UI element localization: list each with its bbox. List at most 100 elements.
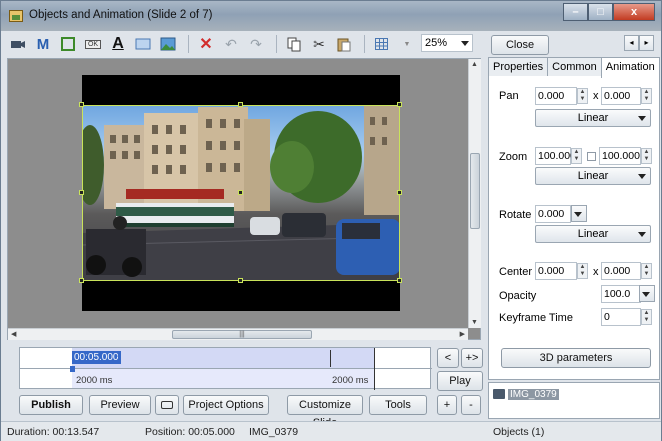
- rotate-dropdown[interactable]: [571, 205, 587, 222]
- copy-icon[interactable]: [283, 34, 305, 54]
- close-window-button[interactable]: x: [613, 3, 655, 21]
- pan-mode-select[interactable]: Linear: [535, 109, 651, 127]
- keyframe-time-input[interactable]: 0: [601, 308, 641, 326]
- rotate-input[interactable]: 0.000: [535, 205, 571, 223]
- slide-icon: [161, 401, 173, 409]
- rotate-label: Rotate: [499, 209, 532, 221]
- minimize-button[interactable]: –: [563, 3, 588, 21]
- center-y-spinner[interactable]: ▲ ▼: [641, 263, 652, 279]
- scroll-right-icon[interactable]: ▶: [460, 330, 465, 338]
- status-file: IMG_0379: [249, 426, 299, 438]
- animation-panel: Pan 0.000 ▲ ▼ x 0.000 ▲ ▼ Linear Zoom 100.…: [488, 58, 660, 380]
- slide-end-marker[interactable]: [374, 348, 375, 390]
- ok-button-icon[interactable]: OK: [82, 34, 104, 54]
- timeline-track-lower[interactable]: [72, 368, 374, 388]
- timeline[interactable]: 00:05.000 - 2000 ms 2000 ms: [19, 347, 432, 390]
- rotate-mode-select[interactable]: Linear: [535, 225, 651, 243]
- scroll-down-icon[interactable]: ▼: [471, 319, 478, 326]
- horizontal-scrollbar[interactable]: ◀ ||| ▶: [8, 328, 468, 340]
- opacity-input[interactable]: 100.0: [601, 285, 641, 303]
- resize-handle[interactable]: [397, 102, 402, 107]
- vertical-scrollbar[interactable]: ▲ ▼: [468, 59, 481, 328]
- pan-y-spinner[interactable]: ▲ ▼: [641, 88, 652, 104]
- toolbar-separator: [188, 35, 189, 53]
- opacity-dropdown[interactable]: [639, 285, 655, 302]
- zoom-x-spinner[interactable]: ▲ ▼: [571, 148, 582, 164]
- scroll-thumb[interactable]: [470, 153, 480, 229]
- image-icon[interactable]: [157, 34, 179, 54]
- resize-handle[interactable]: [238, 102, 243, 107]
- toolbar: M OK A ✕ ↶ ↷ ✂ ▼: [7, 32, 481, 56]
- close-button[interactable]: Close: [491, 35, 549, 55]
- objects-and-animation-window: Objects and Animation (Slide 2 of 7) – □…: [0, 0, 662, 441]
- scroll-thumb[interactable]: |||: [172, 330, 312, 339]
- resize-handle[interactable]: [79, 190, 84, 195]
- expand-timeline-button[interactable]: +>: [461, 348, 483, 368]
- zoom-select[interactable]: 25%: [421, 34, 473, 52]
- delete-icon[interactable]: ✕: [195, 34, 217, 54]
- center-x-spinner[interactable]: ▲ ▼: [577, 263, 588, 279]
- tab-properties[interactable]: Properties: [488, 57, 549, 76]
- pan-x-spinner[interactable]: ▲ ▼: [577, 88, 588, 104]
- tools-button[interactable]: Tools: [369, 395, 427, 415]
- resize-handle[interactable]: [397, 278, 402, 283]
- paste-icon[interactable]: [333, 34, 355, 54]
- toolbar-separator: [364, 35, 365, 53]
- customize-slide-button[interactable]: Customize Slide: [287, 395, 363, 429]
- 3d-parameters-button[interactable]: 3D parameters: [501, 348, 651, 368]
- scroll-left-icon[interactable]: ◀: [11, 330, 16, 338]
- list-item[interactable]: IMG_0379: [493, 387, 559, 401]
- slide-button[interactable]: [155, 395, 179, 415]
- add-keyframe-button[interactable]: +: [437, 395, 457, 415]
- cut-icon[interactable]: ✂: [308, 34, 330, 54]
- maximize-button[interactable]: □: [588, 3, 613, 21]
- redo-icon[interactable]: ↷: [245, 34, 267, 54]
- chevron-down-icon: [642, 292, 650, 297]
- resize-handle[interactable]: [79, 102, 84, 107]
- timeline-divider: [20, 368, 432, 369]
- resize-handle[interactable]: [397, 190, 402, 195]
- timeline-cursor[interactable]: [70, 366, 75, 372]
- ok-label: OK: [84, 39, 102, 49]
- keyframe-time-spinner[interactable]: ▲ ▼: [641, 309, 652, 325]
- M-text-icon[interactable]: M: [32, 34, 54, 54]
- prev-keyframe-button[interactable]: <: [437, 348, 459, 368]
- tab-common[interactable]: Common: [547, 57, 602, 76]
- timeline-position: 00:05.000: [72, 351, 121, 364]
- rectangle-icon[interactable]: [132, 34, 154, 54]
- pan-y-input[interactable]: 0.000: [601, 87, 641, 105]
- play-button[interactable]: Play: [437, 371, 483, 391]
- zoom-x-input[interactable]: 100.000: [535, 147, 576, 165]
- pan-x-input[interactable]: 0.000: [535, 87, 577, 105]
- camera-icon[interactable]: [7, 34, 29, 54]
- grid-dropdown-icon[interactable]: ▼: [396, 34, 418, 54]
- nav-left-icon[interactable]: ◂: [624, 35, 639, 51]
- center-label: Center: [499, 266, 533, 278]
- publish-button[interactable]: Publish: [19, 395, 83, 415]
- zoom-y-spinner[interactable]: ▲ ▼: [641, 148, 652, 164]
- frame-icon[interactable]: [57, 34, 79, 54]
- preview-button[interactable]: Preview: [89, 395, 151, 415]
- tab-animation[interactable]: Animation: [600, 57, 660, 78]
- scroll-up-icon[interactable]: ▲: [471, 61, 478, 68]
- toolbar-separator: [276, 35, 277, 53]
- keyframe-marker[interactable]: [330, 350, 331, 367]
- lock-zoom-checkbox[interactable]: [587, 152, 596, 161]
- chevron-down-icon: [638, 174, 646, 179]
- center-handle[interactable]: [238, 190, 243, 195]
- grid-icon[interactable]: [371, 34, 393, 54]
- nav-right-icon[interactable]: ▸: [639, 35, 654, 51]
- resize-handle[interactable]: [79, 278, 84, 283]
- resize-handle[interactable]: [238, 278, 243, 283]
- center-x-input[interactable]: 0.000: [535, 262, 577, 280]
- text-A-icon[interactable]: A: [107, 34, 129, 54]
- status-objects: Objects (1): [493, 426, 545, 438]
- undo-icon[interactable]: ↶: [220, 34, 242, 54]
- project-options-button[interactable]: Project Options: [183, 395, 269, 415]
- center-y-input[interactable]: 0.000: [601, 262, 641, 280]
- zoom-y-input[interactable]: 100.000: [599, 147, 641, 165]
- remove-keyframe-button[interactable]: -: [461, 395, 481, 415]
- zoom-mode-select[interactable]: Linear: [535, 167, 651, 185]
- slide-preview: [79, 75, 402, 311]
- center-separator: x: [593, 266, 599, 278]
